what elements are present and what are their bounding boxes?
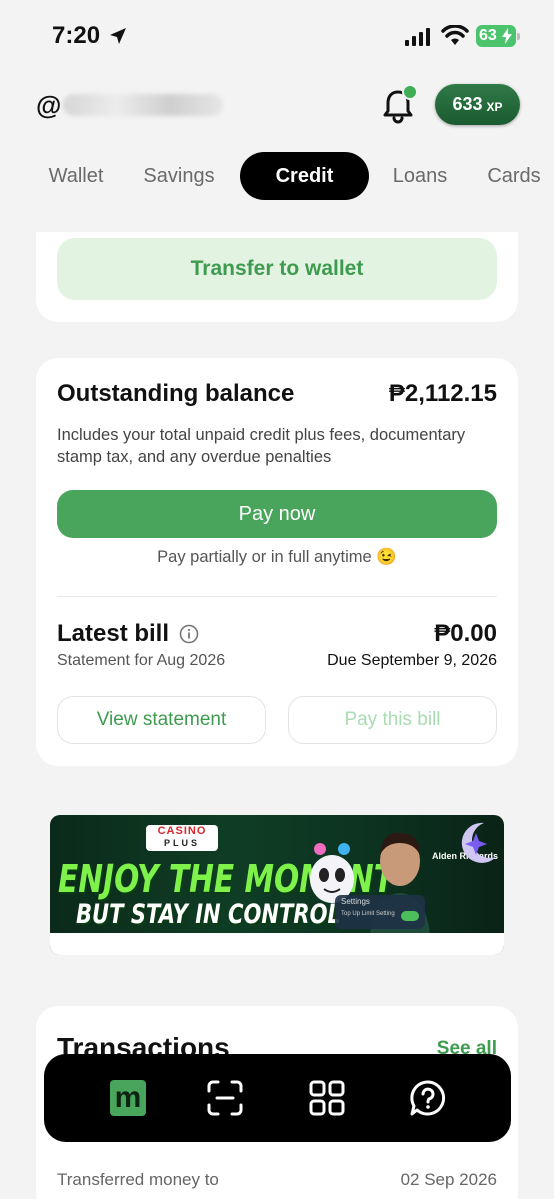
scan-icon: [207, 1080, 243, 1116]
latest-bill-heading: Latest bill: [57, 620, 199, 648]
nav-home[interactable]: m: [108, 1078, 148, 1118]
tab-credit[interactable]: Credit: [240, 152, 369, 200]
xp-value: 633: [452, 94, 483, 114]
notification-dot: [402, 84, 418, 100]
banner-brand-top: CASINO: [157, 825, 207, 837]
credit-summary-card: Transfer to wallet: [36, 232, 518, 322]
tab-cards[interactable]: Cards: [474, 152, 554, 200]
transaction-description[interactable]: Transferred money to: [57, 1170, 219, 1190]
wifi-icon: [441, 25, 469, 45]
pay-note: Pay partially or in full anytime 😉: [157, 548, 397, 566]
promo-banner[interactable]: CASINO PLUS ENJOY THE MOMENT BUT STAY IN…: [50, 815, 504, 955]
tab-wallet[interactable]: Wallet: [34, 152, 118, 200]
outstanding-balance-card: Outstanding balance ₱2,112.15 Includes y…: [36, 358, 518, 766]
banner-brand-bottom: PLUS: [163, 838, 200, 848]
pay-now-button[interactable]: Pay now: [57, 490, 497, 538]
tab-loans[interactable]: Loans: [382, 152, 458, 200]
banner-settings-row: Top Up Limit Setting: [341, 911, 395, 917]
view-statement-button[interactable]: View statement: [57, 696, 266, 744]
user-handle[interactable]: @: [36, 89, 224, 120]
handle-prefix: @: [36, 89, 62, 120]
battery-indicator: 63: [476, 25, 520, 47]
outstanding-balance-title: Outstanding balance: [57, 380, 295, 407]
divider: [57, 596, 497, 597]
transfer-to-wallet-button[interactable]: Transfer to wallet: [57, 238, 497, 300]
nav-scan[interactable]: [205, 1078, 245, 1118]
battery-level: 63: [479, 27, 497, 44]
location-arrow-icon: [110, 28, 126, 44]
tab-savings[interactable]: Savings: [132, 152, 226, 200]
outstanding-balance-amount: ₱2,112.15: [388, 380, 497, 407]
banner-settings-panel: Settings Top Up Limit Setting: [335, 895, 425, 929]
latest-bill-statement: Statement for Aug 2026: [57, 652, 226, 669]
nav-help[interactable]: [408, 1078, 448, 1118]
xp-badge[interactable]: 633 XP: [435, 84, 520, 125]
signal-icon: [405, 28, 430, 46]
banner-brand-logo: CASINO PLUS: [146, 825, 218, 851]
status-bar: 7:20 63: [0, 0, 554, 72]
nav-apps[interactable]: [307, 1078, 347, 1118]
xp-unit: XP: [486, 99, 503, 114]
pay-this-bill-button[interactable]: Pay this bill: [288, 696, 497, 744]
apps-grid-icon: [309, 1080, 345, 1116]
banner-footer: [50, 933, 504, 955]
account-tabs: Wallet Savings Credit Loans Cards: [0, 152, 554, 200]
charging-icon: [502, 28, 512, 44]
status-time: 7:20: [52, 22, 101, 49]
help-icon: [410, 1080, 446, 1116]
redacted-username: [63, 94, 224, 116]
home-icon: m: [110, 1080, 146, 1116]
latest-bill-due-date: Due September 9, 2026: [327, 652, 497, 669]
info-icon[interactable]: [179, 624, 199, 644]
banner-toggle-icon: [401, 911, 419, 921]
bottom-nav: m: [44, 1054, 511, 1142]
transaction-date: 02 Sep 2026: [400, 1170, 497, 1189]
banner-subheadline: BUT STAY IN CONTROL: [76, 899, 341, 930]
outstanding-balance-description: Includes your total unpaid credit plus f…: [57, 426, 466, 466]
latest-bill-amount: ₱0.00: [434, 620, 497, 647]
moon-star-icon: [461, 822, 496, 863]
banner-settings-label: Settings: [341, 897, 370, 906]
latest-bill-title: Latest bill: [57, 620, 170, 647]
